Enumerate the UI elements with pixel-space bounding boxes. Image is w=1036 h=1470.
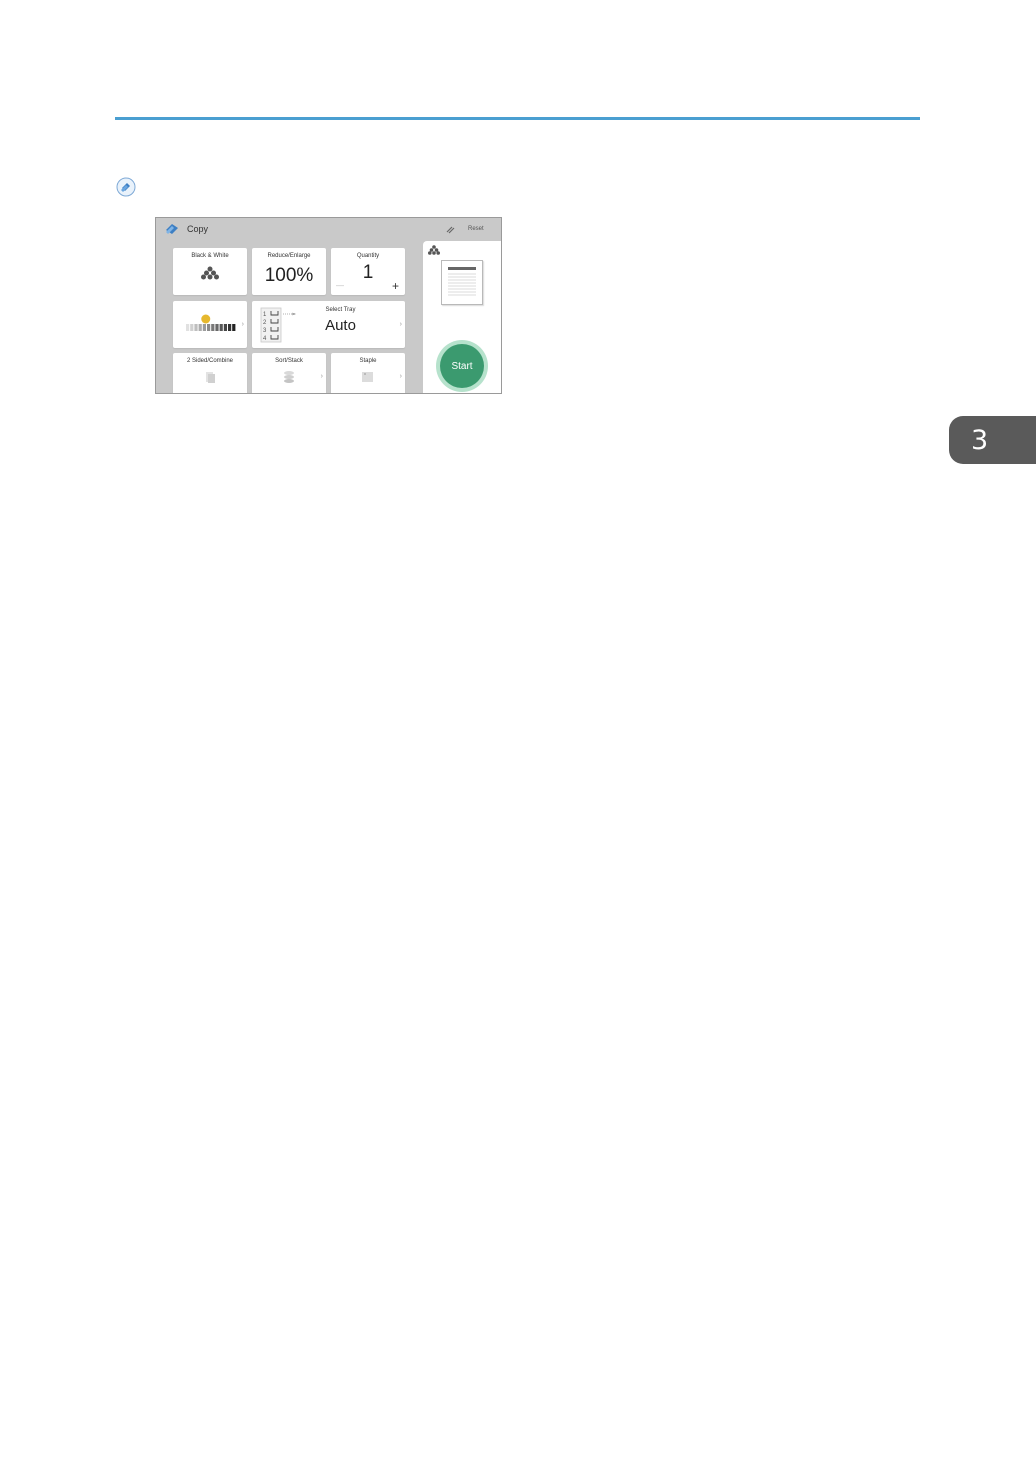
density-bar — [190, 324, 194, 331]
reduce-enlarge-value: 100% — [264, 265, 314, 286]
header-rule — [115, 117, 920, 120]
document-preview — [441, 260, 483, 305]
staple-icon — [362, 372, 373, 382]
copy-screen: Copy Reset Black & White Reduce/Enlarge … — [155, 217, 502, 394]
density-level-marker — [201, 314, 211, 324]
copy-app-icon — [116, 177, 136, 197]
document-lines-icon — [448, 267, 476, 296]
chevron-right-icon: › — [399, 321, 402, 328]
staple-tile[interactable]: Staple › — [331, 353, 405, 393]
quantity-plus-button[interactable]: + — [392, 279, 399, 293]
color-mode-label: Black & White — [191, 253, 229, 259]
reset-button[interactable]: Reset — [468, 226, 484, 232]
app-title: Copy — [187, 224, 209, 234]
reduce-enlarge-label: Reduce/Enlarge — [267, 253, 311, 259]
chevron-right-icon: › — [399, 373, 402, 380]
color-mode-tile[interactable]: Black & White — [173, 248, 247, 295]
chapter-tab: 3 — [949, 416, 1036, 464]
density-bar — [215, 324, 219, 331]
duplex-icon — [206, 372, 215, 383]
quantity-minus-button[interactable]: — — [336, 281, 344, 290]
toner-dots-icon — [201, 266, 219, 280]
select-tray-value: Auto — [325, 317, 356, 334]
density-bar — [194, 324, 198, 331]
copy-icon — [166, 224, 178, 234]
quantity-tile: Quantity 1 — + — [331, 248, 405, 295]
toner-dots-icon — [428, 245, 440, 255]
density-bar — [228, 324, 232, 331]
density-scale-icon — [186, 314, 236, 331]
sort-stack-label: Sort/Stack — [275, 358, 303, 364]
chapter-number: 3 — [971, 424, 989, 456]
density-bar — [223, 324, 227, 331]
reset-icon[interactable] — [445, 224, 455, 234]
sort-stack-tile[interactable]: Sort/Stack › — [252, 353, 326, 393]
chevron-right-icon: › — [320, 373, 323, 380]
density-bar — [198, 324, 202, 331]
reduce-enlarge-tile[interactable]: Reduce/Enlarge 100% — [252, 248, 326, 295]
density-bar — [186, 324, 190, 331]
preview-pane: Start — [423, 241, 501, 393]
density-bar — [219, 324, 223, 331]
two-sided-combine-label: 2 Sided/Combine — [186, 358, 234, 364]
density-bar — [202, 324, 206, 331]
density-bar — [207, 324, 211, 331]
start-button[interactable]: Start — [440, 344, 484, 388]
density-bar — [232, 324, 236, 331]
panel-header: Copy Reset — [156, 218, 501, 240]
select-tray-tile[interactable]: 1 2 3 4 Select Tray Auto › — [252, 301, 405, 348]
select-tray-label: Select Tray — [325, 307, 356, 313]
staple-label: Staple — [359, 358, 377, 364]
two-sided-combine-tile[interactable]: 2 Sided/Combine — [173, 353, 247, 393]
chevron-right-icon: › — [241, 321, 244, 328]
density-tile[interactable]: › — [173, 301, 247, 348]
sort-icon — [284, 371, 294, 383]
density-bar — [211, 324, 215, 331]
quantity-label: Quantity — [356, 253, 380, 259]
